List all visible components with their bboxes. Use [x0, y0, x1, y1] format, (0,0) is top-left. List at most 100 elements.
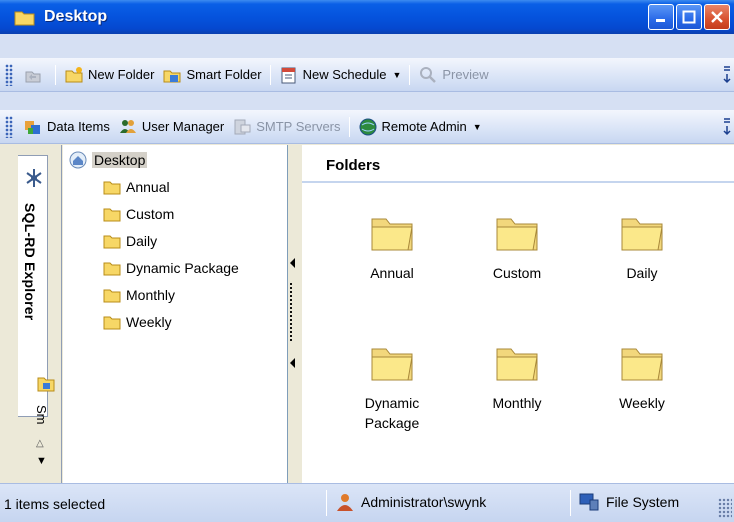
folder-icon	[371, 348, 413, 381]
tree-item-monthly[interactable]: Monthly	[103, 283, 175, 307]
folder-tile-daily[interactable]: Daily	[587, 207, 697, 283]
folder-icon	[371, 218, 413, 251]
folder-icon	[103, 262, 121, 276]
preview-button[interactable]: Preview	[414, 62, 492, 88]
tree-item-daily[interactable]: Daily	[103, 229, 157, 253]
status-divider	[570, 490, 571, 516]
remote-admin-button[interactable]: Remote Admin ▼	[354, 114, 486, 140]
resize-grip[interactable]	[718, 498, 732, 518]
data-items-label: Data Items	[47, 119, 110, 134]
data-items-button[interactable]: Data Items	[19, 114, 114, 140]
folder-icon	[103, 316, 121, 330]
chevron-down-icon[interactable]: ▼	[473, 122, 482, 132]
maximize-button[interactable]	[676, 4, 702, 30]
tree-root-label: Desktop	[92, 152, 148, 168]
folder-tile-monthly[interactable]: Monthly	[462, 337, 572, 413]
close-button[interactable]	[704, 4, 730, 30]
new-folder-button[interactable]: New Folder	[60, 62, 158, 88]
content-title: Folders	[326, 157, 381, 174]
tree-item-custom[interactable]: Custom	[103, 202, 174, 226]
overflow-chevron-icon[interactable]	[722, 116, 732, 138]
minimize-icon	[656, 19, 665, 22]
folder-tile-weekly[interactable]: Weekly	[587, 337, 697, 413]
tab-sm-label[interactable]: Sm	[34, 405, 49, 425]
folder-label: Monthly	[492, 395, 542, 411]
folder-icon	[14, 11, 35, 26]
folder-icon	[103, 181, 121, 195]
main-toolbar: New Folder Smart Folder New Schedule ▼ P…	[0, 58, 734, 92]
user-manager-button[interactable]: User Manager	[114, 114, 228, 140]
tree-item-label: Dynamic Package	[126, 260, 239, 276]
tree-item-dynamic-package[interactable]: Dynamic Package	[103, 256, 239, 280]
tree-item-desktop[interactable]: Desktop	[69, 148, 148, 172]
collapse-left-icon[interactable]	[290, 258, 295, 268]
toolbar-band	[0, 34, 734, 58]
folder-icon	[103, 208, 121, 222]
folder-icon	[496, 218, 538, 251]
folder-icon	[496, 348, 538, 381]
chevron-down-icon[interactable]: ▼	[392, 70, 401, 80]
folder-icon	[621, 348, 663, 381]
side-tab-strip: SQL-RD Explorer	[0, 145, 62, 483]
new-schedule-button[interactable]: New Schedule ▼	[275, 62, 406, 88]
schedule-icon	[281, 67, 296, 83]
smart-folder-label: Smart Folder	[186, 67, 262, 82]
scroll-down-icon[interactable]: ▼	[36, 455, 47, 467]
preview-icon	[420, 66, 437, 83]
toolbar-grip[interactable]	[5, 115, 13, 138]
folder-label: Daily	[626, 265, 658, 281]
folder-tile-annual[interactable]: Annual	[337, 207, 447, 283]
folder-tile-dynamic-package[interactable]: Dynamic Package	[337, 337, 447, 433]
remote-admin-label: Remote Admin	[381, 119, 467, 134]
window-title: Desktop	[44, 8, 108, 25]
computer-icon	[579, 493, 599, 511]
minimize-button[interactable]	[648, 4, 674, 30]
folder-label-line1: Dynamic	[364, 395, 420, 411]
scroll-up-icon[interactable]: △	[36, 438, 44, 449]
tree-item-label: Custom	[126, 206, 175, 222]
folder-icon	[621, 218, 663, 251]
back-button[interactable]	[19, 62, 51, 88]
toolbar-separator	[409, 64, 411, 85]
smart-folder-icon	[163, 70, 181, 82]
globe-icon	[359, 118, 377, 135]
user-manager-label: User Manager	[141, 119, 225, 134]
users-icon	[119, 119, 136, 133]
smtp-icon	[234, 119, 251, 134]
title-bar[interactable]: Desktop	[0, 0, 734, 34]
secondary-toolbar: Data Items User Manager SMTP Servers Rem…	[0, 110, 734, 144]
source-status: File System	[578, 492, 679, 512]
preview-label: Preview	[442, 67, 489, 82]
tree-item-label: Annual	[126, 179, 170, 195]
tab-sql-rd-explorer-label: SQL-RD Explorer	[22, 203, 38, 321]
toolbar-grip[interactable]	[5, 63, 13, 86]
folder-tile-custom[interactable]: Custom	[462, 207, 572, 283]
explorer-icon	[26, 169, 42, 187]
tree-item-annual[interactable]: Annual	[103, 175, 170, 199]
folder-label: Dynamic Package	[365, 393, 419, 433]
new-schedule-label: New Schedule	[302, 67, 387, 82]
user-name: Administrator\swynk	[361, 494, 487, 510]
content-header: Folders	[302, 145, 734, 183]
smart-tab-icon[interactable]	[36, 372, 56, 394]
toolbar-separator	[55, 64, 56, 85]
toolbar-separator	[348, 116, 350, 137]
source-label: File System	[606, 494, 680, 510]
smart-folder-button[interactable]: Smart Folder	[158, 62, 265, 88]
overflow-chevron-icon[interactable]	[722, 64, 732, 86]
splitter-grip[interactable]	[290, 282, 292, 342]
folder-icon	[103, 289, 121, 303]
tree-item-label: Daily	[126, 233, 158, 249]
collapse-left-icon[interactable]	[290, 358, 295, 368]
close-icon	[711, 11, 723, 23]
maximize-icon	[682, 10, 696, 24]
current-user: Administrator\swynk	[335, 492, 486, 512]
smtp-servers-button[interactable]: SMTP Servers	[228, 114, 344, 140]
tree-item-weekly[interactable]: Weekly	[103, 310, 172, 334]
data-items-icon	[25, 120, 40, 134]
toolbar-separator	[269, 64, 271, 85]
new-folder-icon	[65, 66, 83, 82]
desktop-home-icon	[69, 151, 87, 169]
folder-icon	[103, 235, 121, 249]
tree-item-label: Monthly	[126, 287, 176, 303]
